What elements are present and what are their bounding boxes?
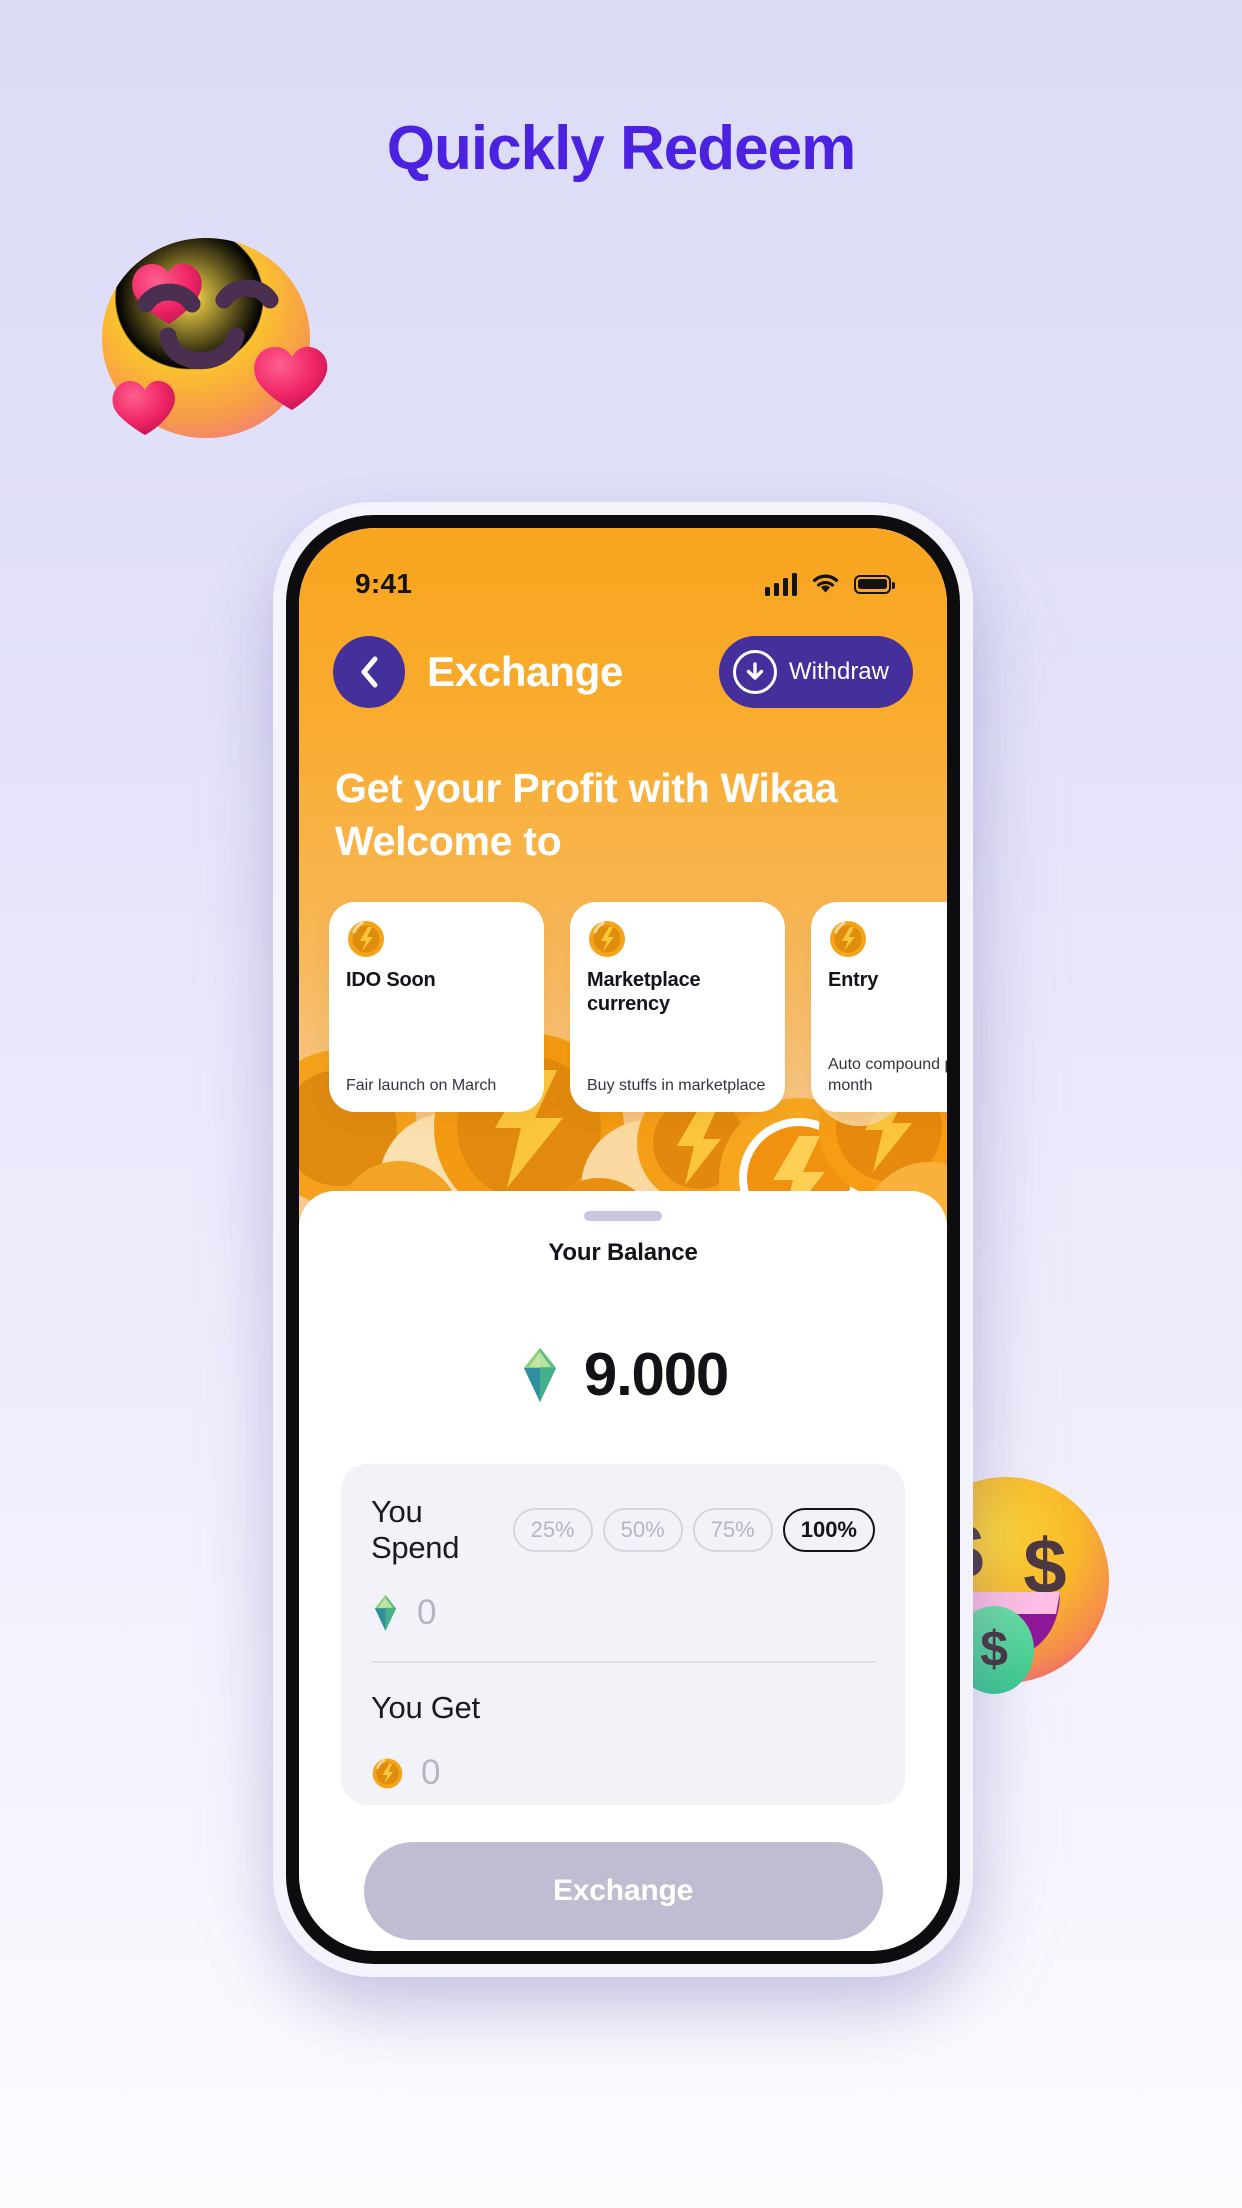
percent-chip-50[interactable]: 50% <box>602 1508 683 1552</box>
spend-value: 0 <box>417 1593 437 1632</box>
spend-amount-row[interactable]: 0 <box>371 1593 875 1633</box>
feature-card[interactable]: Marketplace currency Buy stuffs in marke… <box>570 902 785 1112</box>
get-title: You Get <box>371 1690 480 1725</box>
feature-card[interactable]: IDO Soon Fair launch on March <box>329 902 544 1112</box>
status-bar: 9:41 <box>299 528 947 614</box>
page-title: Quickly Redeem <box>386 114 856 183</box>
hero-line-1: Get your Profit with Wikaa <box>335 765 838 811</box>
coin-icon <box>348 921 384 957</box>
feature-card-title: Marketplace currency <box>587 969 701 1016</box>
exchange-submit-button[interactable]: Exchange <box>363 1842 883 1940</box>
sheet-drag-handle[interactable] <box>584 1211 662 1221</box>
withdraw-label: Withdraw <box>788 658 889 685</box>
coin-icon <box>372 1758 403 1788</box>
phone-screen: 9:41 Exchange Withdraw Get your Profit w… <box>299 528 947 1951</box>
signal-bars-icon <box>764 572 797 596</box>
svg-text:$: $ <box>980 1621 1008 1677</box>
balance-label: Your Balance <box>548 1239 698 1266</box>
phone-mockup: 9:41 Exchange Withdraw Get your Profit w… <box>273 502 973 1977</box>
feature-card[interactable]: Entry Auto compound per month <box>811 902 947 1112</box>
feature-card-list: IDO Soon Fair launch on March Marketplac… <box>329 902 947 1112</box>
get-header: You Get <box>371 1690 875 1726</box>
feature-card-subtitle: Buy stuffs in marketplace <box>587 1076 766 1094</box>
balance-amount: 9.000 <box>583 1341 729 1408</box>
get-amount-row[interactable]: 0 <box>371 1753 875 1793</box>
chevron-left-icon <box>361 656 378 688</box>
coin-icon <box>589 921 625 957</box>
percent-chip-25[interactable]: 25% <box>512 1508 593 1552</box>
gem-icon <box>374 1595 397 1631</box>
percent-chip-75[interactable]: 75% <box>692 1508 773 1552</box>
spend-title: You Spend <box>371 1494 460 1565</box>
back-button[interactable] <box>333 636 405 708</box>
hero-line-2: Welcome to <box>335 818 562 865</box>
coin-icon <box>830 921 866 957</box>
feature-card-subtitle: Auto compound per month <box>828 1056 947 1094</box>
app-bar: Exchange Withdraw <box>299 636 947 708</box>
spend-header: You Spend 25% 50% 75% 100% <box>371 1494 875 1566</box>
percent-chip-100[interactable]: 100% <box>782 1508 875 1552</box>
feature-card-title: IDO Soon <box>346 969 436 991</box>
status-time: 9:41 <box>355 568 413 599</box>
gem-icon <box>523 1347 556 1402</box>
get-value: 0 <box>421 1753 441 1792</box>
wifi-icon <box>812 574 839 593</box>
hero-headline: Get your Profit with Wikaa Welcome to <box>335 762 887 869</box>
percent-chip-group: 25% 50% 75% 100% <box>512 1508 875 1552</box>
panel-divider <box>371 1661 875 1663</box>
smiling-face-with-hearts-emoji <box>72 196 336 460</box>
screen-title: Exchange <box>427 648 624 695</box>
balance-sheet: Your Balance 9.000 You Spend 25% 50% 75%… <box>299 1191 947 1951</box>
status-icons <box>764 572 895 596</box>
hero-section: 9:41 Exchange Withdraw Get your Profit w… <box>299 528 947 1238</box>
exchange-panel: You Spend 25% 50% 75% 100% 0 You Get 0 <box>341 1464 905 1805</box>
phone-bezel: 9:41 Exchange Withdraw Get your Profit w… <box>286 515 960 1964</box>
battery-full-icon <box>854 574 895 594</box>
balance-row: 9.000 <box>341 1340 905 1409</box>
arrow-down-circle-icon <box>732 650 777 694</box>
withdraw-button[interactable]: Withdraw <box>718 636 913 708</box>
feature-card-subtitle: Fair launch on March <box>346 1076 497 1094</box>
feature-card-title: Entry <box>828 969 879 991</box>
